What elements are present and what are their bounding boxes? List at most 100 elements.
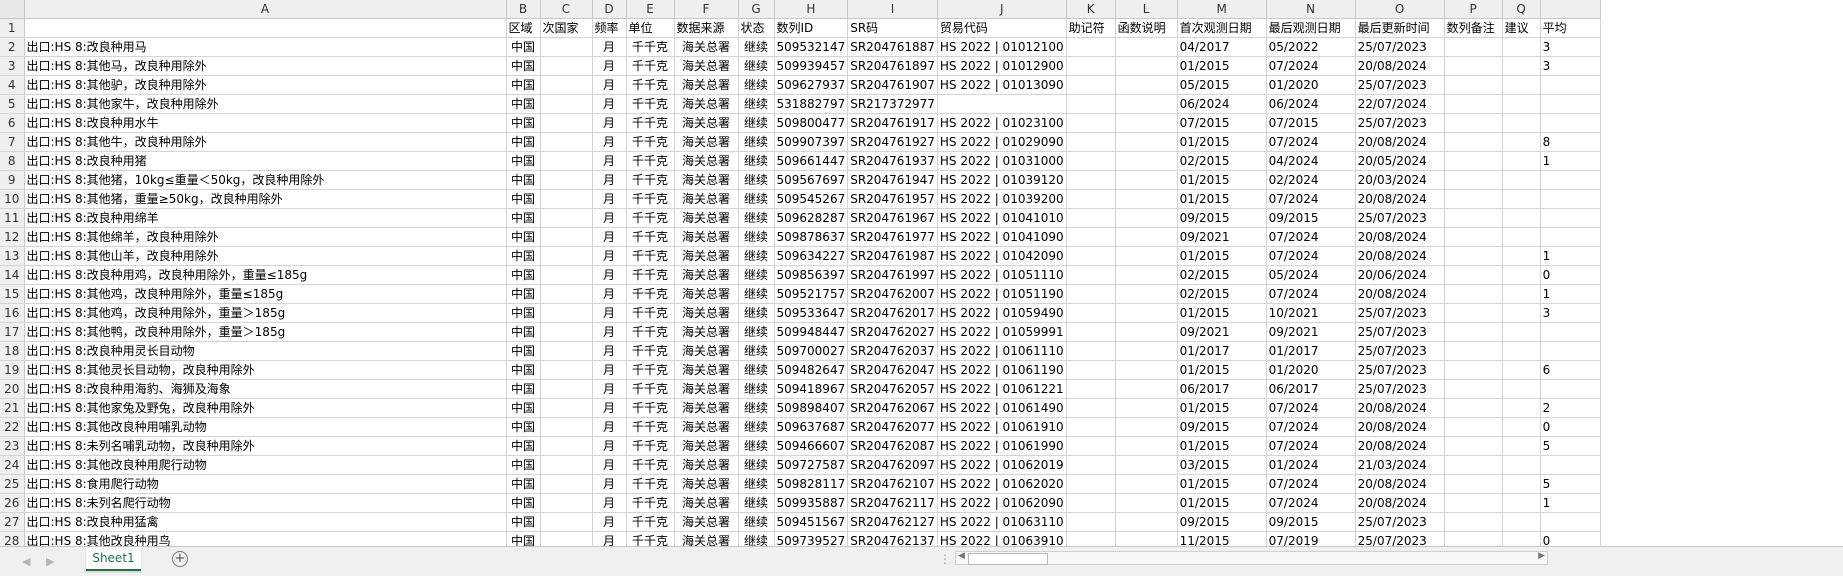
table-cell[interactable]: 20/08/2024 (1355, 493, 1445, 513)
table-cell[interactable]: 09/2021 (1266, 322, 1356, 342)
table-cell[interactable]: 01/2024 (1266, 455, 1356, 475)
column-header-l[interactable]: L (1115, 0, 1178, 19)
row-header[interactable]: 24 (0, 455, 25, 475)
header-cell[interactable]: 频率 (592, 18, 627, 38)
table-cell[interactable]: 21/03/2024 (1355, 455, 1445, 475)
table-cell[interactable] (1444, 265, 1503, 285)
table-cell[interactable]: HS 2022 | 01061910 (937, 417, 1067, 437)
table-cell[interactable] (540, 246, 593, 266)
table-cell[interactable]: 海关总署 (674, 113, 739, 133)
table-cell[interactable]: SR204761947 (847, 170, 938, 190)
table-cell[interactable]: 中国 (506, 303, 541, 323)
table-cell[interactable]: 509482647 (774, 360, 849, 380)
table-cell[interactable]: 20/08/2024 (1355, 132, 1445, 152)
table-cell[interactable] (540, 151, 593, 171)
table-cell[interactable]: 出口:HS 8:其他鸡，改良种用除外，重量≤185g (24, 284, 507, 304)
table-cell[interactable] (1066, 512, 1116, 532)
table-cell[interactable]: 05/2022 (1266, 37, 1356, 57)
table-cell[interactable]: 海关总署 (674, 94, 739, 114)
table-cell[interactable]: 20/08/2024 (1355, 189, 1445, 209)
table-cell[interactable]: 千千克 (626, 512, 675, 532)
table-cell[interactable] (1444, 75, 1503, 95)
table-cell[interactable]: 出口:HS 8:未列名哺乳动物，改良种用除外 (24, 436, 507, 456)
table-cell[interactable]: HS 2022 | 01061190 (937, 360, 1067, 380)
table-cell[interactable] (1066, 284, 1116, 304)
table-cell[interactable]: 出口:HS 8:其他猪，重量≥50kg，改良种用除外 (24, 189, 507, 209)
table-cell[interactable] (1502, 151, 1541, 171)
table-cell[interactable]: 25/07/2023 (1355, 512, 1445, 532)
table-cell[interactable]: 出口:HS 8:其他改良种用哺乳动物 (24, 417, 507, 437)
table-cell[interactable]: 海关总署 (674, 360, 739, 380)
table-cell[interactable] (1502, 56, 1541, 76)
table-cell[interactable]: 月 (592, 341, 627, 361)
table-cell[interactable]: 出口:HS 8:改良种用鸡，改良种用除外，重量≤185g (24, 265, 507, 285)
table-cell[interactable]: 25/07/2023 (1355, 113, 1445, 133)
table-cell[interactable]: 07/2024 (1266, 398, 1356, 418)
table-cell[interactable]: 出口:HS 8:改良种用猛禽 (24, 512, 507, 532)
table-cell[interactable]: 09/2021 (1177, 322, 1267, 342)
table-cell[interactable]: 千千克 (626, 474, 675, 494)
table-cell[interactable]: 25/07/2023 (1355, 208, 1445, 228)
table-cell[interactable]: 继续 (738, 151, 775, 171)
table-cell[interactable] (1502, 493, 1541, 513)
table-cell[interactable]: 继续 (738, 113, 775, 133)
table-cell[interactable]: 01/2015 (1177, 303, 1267, 323)
table-cell[interactable] (1115, 208, 1178, 228)
table-cell[interactable]: HS 2022 | 01012900 (937, 56, 1067, 76)
table-cell[interactable]: 月 (592, 512, 627, 532)
table-cell[interactable]: 千千克 (626, 170, 675, 190)
table-cell[interactable] (540, 75, 593, 95)
row-header[interactable]: 15 (0, 284, 25, 304)
table-cell[interactable] (1444, 227, 1503, 247)
table-cell[interactable]: 22/07/2024 (1355, 94, 1445, 114)
table-cell[interactable]: 出口:HS 8:其他鸭，改良种用除外，重量＞185g (24, 322, 507, 342)
table-cell[interactable]: 千千克 (626, 113, 675, 133)
table-cell[interactable] (1115, 56, 1178, 76)
row-header[interactable]: 19 (0, 360, 25, 380)
row-header[interactable]: 28 (0, 531, 25, 546)
table-cell[interactable] (1444, 379, 1503, 399)
table-cell[interactable]: 01/2015 (1177, 56, 1267, 76)
table-cell[interactable]: 25/07/2023 (1355, 37, 1445, 57)
table-cell[interactable]: 月 (592, 246, 627, 266)
table-cell[interactable]: 20/03/2024 (1355, 170, 1445, 190)
table-cell[interactable]: 千千克 (626, 56, 675, 76)
table-cell[interactable]: 25/07/2023 (1355, 379, 1445, 399)
column-header-d[interactable]: D (592, 0, 627, 19)
table-cell[interactable]: 05/2015 (1177, 75, 1267, 95)
table-cell[interactable]: 509567697 (774, 170, 849, 190)
table-cell[interactable]: 海关总署 (674, 379, 739, 399)
table-cell[interactable]: SR204761997 (847, 265, 938, 285)
column-header-q[interactable]: Q (1502, 0, 1541, 19)
column-header-c[interactable]: C (540, 0, 593, 19)
table-cell[interactable]: SR204762047 (847, 360, 938, 380)
table-cell[interactable]: HS 2022 | 01062020 (937, 474, 1067, 494)
table-cell[interactable]: 09/2021 (1177, 227, 1267, 247)
table-cell[interactable]: 中国 (506, 227, 541, 247)
table-cell[interactable]: 月 (592, 170, 627, 190)
table-cell[interactable] (1115, 455, 1178, 475)
table-cell[interactable]: 509898407 (774, 398, 849, 418)
header-cell[interactable]: 平均 (1540, 18, 1601, 38)
table-cell[interactable]: 月 (592, 360, 627, 380)
table-cell[interactable]: SR204761937 (847, 151, 938, 171)
row-header[interactable]: 26 (0, 493, 25, 513)
table-cell[interactable]: 千千克 (626, 208, 675, 228)
table-cell[interactable]: 05/2024 (1266, 265, 1356, 285)
table-cell[interactable] (540, 265, 593, 285)
table-cell[interactable]: 继续 (738, 37, 775, 57)
table-cell[interactable]: 海关总署 (674, 322, 739, 342)
table-cell[interactable]: 02/2015 (1177, 151, 1267, 171)
table-cell[interactable]: HS 2022 | 01062090 (937, 493, 1067, 513)
row-header[interactable]: 27 (0, 512, 25, 532)
table-cell[interactable] (1115, 189, 1178, 209)
table-cell[interactable] (1115, 417, 1178, 437)
add-sheet-icon[interactable]: + (172, 551, 188, 567)
table-cell[interactable] (1502, 303, 1541, 323)
table-cell[interactable]: 月 (592, 132, 627, 152)
table-cell[interactable]: 海关总署 (674, 75, 739, 95)
table-cell[interactable] (1444, 94, 1503, 114)
table-cell[interactable] (540, 94, 593, 114)
table-cell[interactable]: HS 2022 | 01042090 (937, 246, 1067, 266)
table-cell[interactable]: 中国 (506, 56, 541, 76)
